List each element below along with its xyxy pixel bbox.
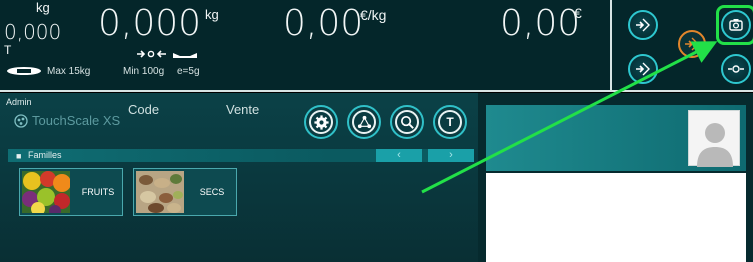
tare-button[interactable] [678, 30, 706, 58]
families-grid-icon: ■ [16, 151, 22, 161]
family-tile-label: FRUITS [81, 187, 115, 197]
settings-button[interactable] [304, 105, 338, 139]
share-button[interactable] [347, 105, 381, 139]
scale-icon [7, 67, 41, 75]
zero-button[interactable] [628, 10, 658, 40]
min-capacity: Min 100g [123, 66, 165, 77]
user-avatar-icon [697, 123, 733, 167]
tare-value: 0,000 [4, 20, 62, 44]
division: e=5g [177, 66, 200, 77]
search-button[interactable] [390, 105, 424, 139]
family-tile-label: SECS [199, 187, 225, 197]
tare-flag: T [4, 43, 12, 57]
search-icon [400, 115, 414, 129]
user-avatar[interactable] [688, 110, 740, 167]
families-bar: ■ Familles ‹ › [8, 149, 474, 162]
chevron-left-icon: ‹ [397, 149, 401, 161]
vente-label: Vente [226, 102, 260, 117]
brand-logo-icon [14, 114, 28, 128]
fruits-image [22, 171, 70, 213]
preset-tare-icon [636, 62, 650, 76]
family-tile-fruits[interactable]: FRUITS [19, 168, 123, 216]
chevron-right-icon: › [449, 149, 453, 161]
preset-tare-button[interactable] [628, 54, 658, 84]
price-per-kg-value: 0,00 [283, 3, 364, 44]
camera-button-highlight [716, 5, 753, 45]
zero-set-button[interactable] [721, 54, 751, 84]
weight-display: kg 0,000 T 0,000 kg 0,00 €/kg 0,00 € Max… [0, 0, 753, 92]
zero-set-icon [728, 65, 744, 73]
tare-manual-button[interactable]: T [433, 105, 467, 139]
brand-name: TouchScale XS [32, 113, 121, 128]
total-price-unit: € [574, 5, 582, 21]
weight-unit: kg [205, 7, 219, 22]
families-next-button[interactable]: › [428, 149, 474, 162]
user-label: Admin [6, 97, 32, 107]
stable-indicator-icon [173, 53, 197, 58]
tare-manual-label: T [446, 115, 454, 129]
ticket-panel [478, 93, 753, 262]
sales-panel: Admin TouchScale XS Code Vente T ■ Famil… [0, 93, 478, 262]
display-separator [610, 0, 612, 90]
zero-indicator-icon [137, 50, 166, 58]
max-capacity: Max 15kg [47, 66, 91, 77]
price-per-kg-unit: €/kg [360, 7, 387, 23]
family-tile-secs[interactable]: SECS [133, 168, 237, 216]
tare-icon [685, 37, 699, 51]
settings-icon [313, 114, 329, 130]
share-icon [357, 115, 371, 128]
families-prev-button[interactable]: ‹ [376, 149, 422, 162]
families-label: Familles [28, 150, 62, 160]
total-price-value: 0,00 [500, 3, 581, 44]
code-label: Code [128, 102, 160, 117]
zero-icon [636, 18, 650, 32]
dried-fruits-image [136, 171, 184, 213]
weight-value: 0,000 [98, 3, 202, 44]
ticket-list [486, 173, 746, 262]
tare-unit: kg [36, 0, 50, 15]
